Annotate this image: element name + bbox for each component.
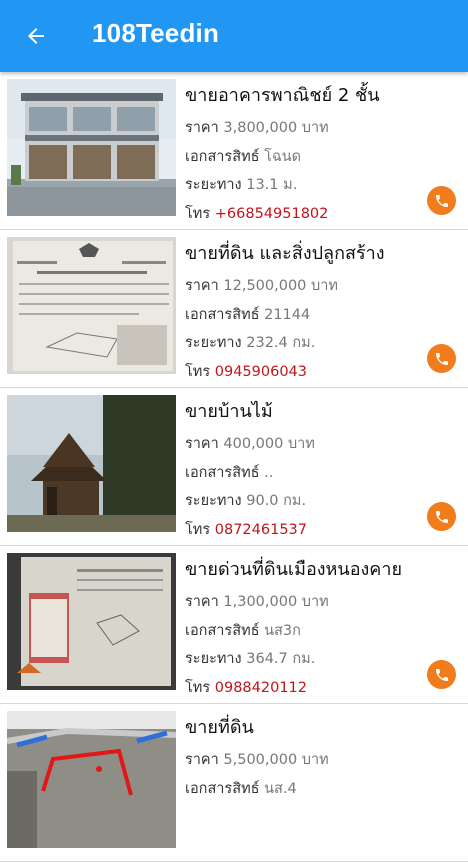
doc-row: เอกสารสิทธ์ นส3ก (185, 617, 458, 646)
phone-label: โทร (185, 679, 211, 696)
phone-row: โทร 0988420112 (185, 674, 458, 703)
price-row: ราคา 3,800,000 บาท (185, 114, 458, 143)
listing-photo (7, 237, 176, 374)
listing-photo (7, 79, 176, 216)
price-label: ราคา (185, 278, 219, 294)
distance-label: ระยะทาง (185, 177, 242, 193)
doc-row: เอกสารสิทธ์ 21144 (185, 301, 458, 330)
distance-row: ระยะทาง 13.1 ม. (185, 171, 458, 200)
price-row: ราคา 12,500,000 บาท (185, 272, 458, 301)
listing-title: ขายด่วนที่ดินเมืองหนองคาย (185, 559, 403, 580)
distance-row: ระยะทาง 232.4 กม. (185, 329, 458, 358)
listing-photo (7, 395, 176, 532)
distance-label: ระยะทาง (185, 335, 242, 351)
price-value: 1,300,000 บาท (223, 594, 329, 610)
distance-row: ระยะทาง 90.0 กม. (185, 487, 458, 516)
listing-info: ขายด่วนที่ดินเมืองหนองคาย ราคา 1,300,000… (185, 556, 458, 702)
listing-item[interactable]: ขายที่ดิน ราคา 5,500,000 บาท เอกสารสิทธ์… (0, 704, 468, 862)
call-button[interactable] (427, 660, 456, 689)
doc-row: เอกสารสิทธ์ โฉนด (185, 143, 458, 172)
arrow-left-icon (28, 28, 44, 44)
phone-label: โทร (185, 205, 211, 222)
doc-value: นส3ก (264, 622, 301, 639)
distance-row: ระยะทาง 364.7 กม. (185, 645, 458, 674)
app-bar: 108Teedin (0, 0, 468, 72)
price-label: ราคา (185, 436, 219, 452)
price-label: ราคา (185, 594, 219, 610)
listing-list: ขายอาคารพาณิชย์ 2 ชั้น ราคา 3,800,000 บา… (0, 72, 468, 862)
price-label: ราคา (185, 120, 219, 136)
listing-photo (7, 711, 176, 848)
listing-item[interactable]: ขายด่วนที่ดินเมืองหนองคาย ราคา 1,300,000… (0, 546, 468, 704)
back-button[interactable] (14, 16, 58, 56)
distance-label: ระยะทาง (185, 493, 242, 509)
listing-title: ขายบ้านไม้ (185, 401, 273, 422)
distance-label: ระยะทาง (185, 651, 242, 667)
listing-info: ขายบ้านไม้ ราคา 400,000 บาท เอกสารสิทธ์ … (185, 398, 458, 544)
listing-item[interactable]: ขายที่ดิน และสิ่งปลูกสร้าง ราคา 12,500,0… (0, 230, 468, 388)
phone-row: โทร 0945906043 (185, 358, 458, 387)
price-value: 12,500,000 บาท (223, 278, 338, 294)
call-button[interactable] (427, 502, 456, 531)
distance-value: 90.0 กม. (246, 493, 307, 509)
phone-number[interactable]: 0872461537 (215, 522, 307, 538)
phone-icon (435, 668, 448, 681)
call-button[interactable] (427, 344, 456, 373)
doc-row: เอกสารสิทธ์ นส.4 (185, 775, 458, 804)
doc-value: 21144 (264, 306, 311, 323)
phone-label: โทร (185, 521, 211, 538)
price-row: ราคา 5,500,000 บาท (185, 746, 458, 775)
doc-label: เอกสารสิทธ์ (185, 464, 260, 481)
phone-number[interactable]: 0945906043 (215, 364, 307, 380)
doc-value: .. (264, 464, 274, 481)
phone-label: โทร (185, 363, 211, 380)
price-value: 5,500,000 บาท (223, 752, 329, 768)
doc-label: เอกสารสิทธ์ (185, 148, 260, 165)
distance-value: 232.4 กม. (246, 335, 316, 351)
phone-row: โทร +66854951802 (185, 200, 458, 229)
price-label: ราคา (185, 752, 219, 768)
listing-title: ขายอาคารพาณิชย์ 2 ชั้น (185, 85, 380, 106)
price-row: ราคา 400,000 บาท (185, 430, 458, 459)
price-value: 400,000 บาท (223, 436, 315, 452)
doc-row: เอกสารสิทธ์ .. (185, 459, 458, 488)
doc-value: นส.4 (264, 780, 297, 797)
phone-icon (435, 510, 448, 523)
app-title: 108Teedin (92, 18, 220, 48)
doc-label: เอกสารสิทธ์ (185, 780, 260, 797)
listing-item[interactable]: ขายอาคารพาณิชย์ 2 ชั้น ราคา 3,800,000 บา… (0, 72, 468, 230)
listing-title: ขายที่ดิน (185, 717, 254, 738)
phone-number[interactable]: 0988420112 (215, 680, 307, 696)
phone-icon (435, 194, 448, 207)
listing-title: ขายที่ดิน และสิ่งปลูกสร้าง (185, 243, 385, 264)
listing-info: ขายอาคารพาณิชย์ 2 ชั้น ราคา 3,800,000 บา… (185, 82, 458, 228)
doc-label: เอกสารสิทธ์ (185, 622, 260, 639)
distance-value: 364.7 กม. (246, 651, 316, 667)
call-button[interactable] (427, 186, 456, 215)
distance-value: 13.1 ม. (246, 177, 298, 193)
phone-row: โทร 0872461537 (185, 516, 458, 545)
listing-item[interactable]: ขายบ้านไม้ ราคา 400,000 บาท เอกสารสิทธ์ … (0, 388, 468, 546)
listing-info: ขายที่ดิน และสิ่งปลูกสร้าง ราคา 12,500,0… (185, 240, 458, 386)
phone-icon (435, 352, 448, 365)
price-row: ราคา 1,300,000 บาท (185, 588, 458, 617)
listing-info: ขายที่ดิน ราคา 5,500,000 บาท เอกสารสิทธ์… (185, 714, 458, 803)
price-value: 3,800,000 บาท (223, 120, 329, 136)
listing-photo (7, 553, 176, 690)
phone-number[interactable]: +66854951802 (215, 206, 329, 222)
doc-value: โฉนด (264, 148, 302, 165)
doc-label: เอกสารสิทธ์ (185, 306, 260, 323)
